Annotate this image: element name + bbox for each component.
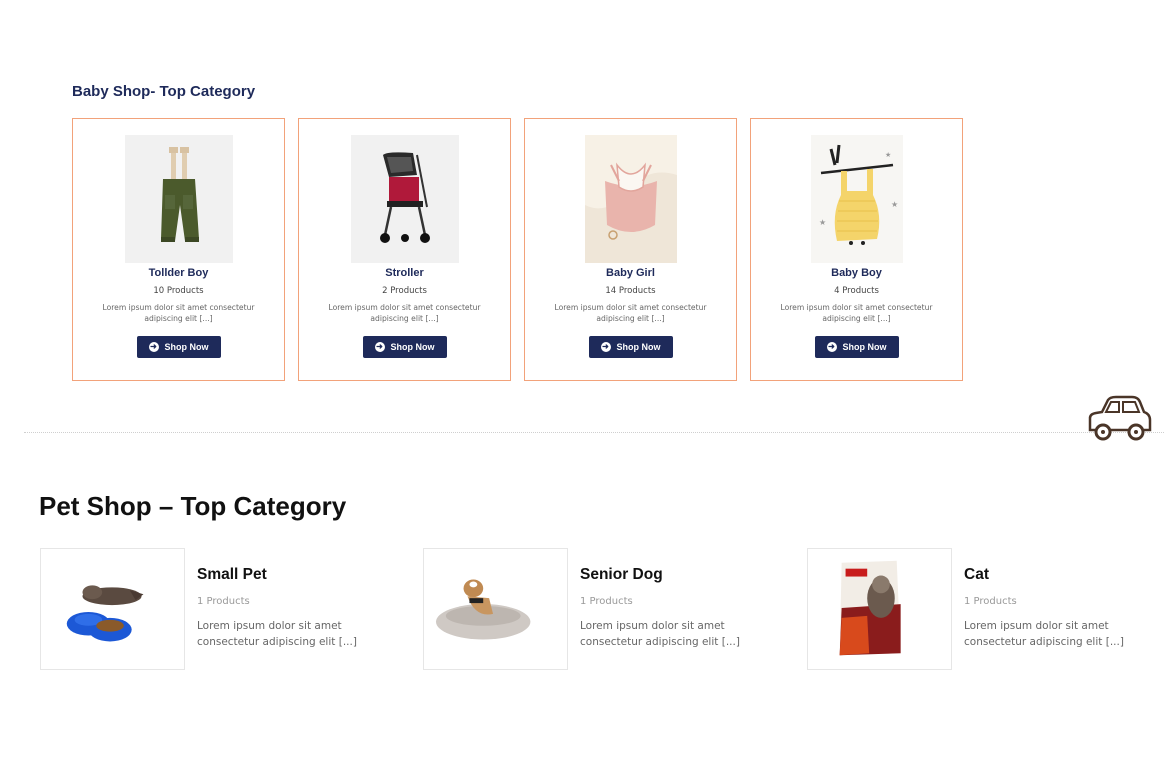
category-description: Lorem ipsum dolor sit amet consectetur a… — [554, 303, 707, 323]
svg-text:★: ★ — [819, 218, 826, 227]
senior-dog-image[interactable] — [423, 548, 568, 670]
arrow-circle-right-icon: ➜ — [374, 342, 385, 352]
pet-category-cat[interactable]: Cat 1 Products Lorem ipsum dolor sit ame… — [807, 548, 1164, 670]
baby-category-card-baby-boy[interactable]: ★ ★ ★ Baby Boy 4 Products Lorem ipsum do… — [750, 118, 963, 381]
arrow-circle-right-icon: ➜ — [148, 342, 159, 352]
baby-category-card-stroller[interactable]: Stroller 2 Products Lorem ipsum dolor si… — [298, 118, 511, 381]
category-name[interactable]: Baby Girl — [525, 267, 736, 279]
stroller-image[interactable] — [350, 135, 459, 263]
pet-category-name[interactable]: Small Pet — [197, 566, 267, 584]
category-name[interactable]: Baby Boy — [751, 267, 962, 279]
category-description: Lorem ipsum dolor sit amet consectetur a… — [102, 303, 255, 323]
pet-shop-title: Pet Shop – Top Category — [39, 491, 347, 521]
baby-girl-image[interactable] — [584, 135, 677, 263]
category-name[interactable]: Tollder Boy — [73, 267, 284, 279]
shop-now-label: Shop Now — [164, 342, 209, 352]
pet-category-name[interactable]: Cat — [964, 566, 989, 584]
pet-category-description: Lorem ipsum dolor sit amet consectetur a… — [197, 620, 357, 648]
small-pet-image[interactable] — [40, 548, 185, 670]
baby-category-card-toddler-boy[interactable]: Tollder Boy 10 Products Lorem ipsum dolo… — [72, 118, 285, 381]
cat-image[interactable] — [807, 548, 952, 670]
category-name[interactable]: Stroller — [299, 267, 510, 279]
arrow-circle-right-icon: ➜ — [600, 342, 611, 352]
pet-category-name[interactable]: Senior Dog — [580, 566, 663, 584]
pet-product-count: 1 Products — [197, 596, 250, 607]
product-count: 14 Products — [605, 286, 656, 296]
shop-now-button[interactable]: ➜ Shop Now — [362, 336, 447, 358]
arrow-circle-right-icon: ➜ — [826, 342, 837, 352]
pet-product-count: 1 Products — [580, 596, 633, 607]
svg-text:★: ★ — [885, 151, 891, 159]
product-count: 4 Products — [834, 286, 879, 296]
category-description: Lorem ipsum dolor sit amet consectetur a… — [328, 303, 481, 323]
shop-now-label: Shop Now — [842, 342, 887, 352]
shop-now-button[interactable]: ➜ Shop Now — [136, 336, 221, 358]
pet-product-count: 1 Products — [964, 596, 1017, 607]
svg-text:★: ★ — [891, 200, 898, 209]
car-icon — [1086, 392, 1152, 444]
shop-now-label: Shop Now — [390, 342, 435, 352]
category-description: Lorem ipsum dolor sit amet consectetur a… — [780, 303, 933, 323]
toddler-boy-image[interactable] — [124, 135, 233, 263]
shop-now-button[interactable]: ➜ Shop Now — [588, 336, 673, 358]
shop-now-button[interactable]: ➜ Shop Now — [814, 336, 899, 358]
pet-category-description: Lorem ipsum dolor sit amet consectetur a… — [964, 620, 1124, 648]
pet-category-description: Lorem ipsum dolor sit amet consectetur a… — [580, 620, 740, 648]
pet-category-small-pet[interactable]: Small Pet 1 Products Lorem ipsum dolor s… — [40, 548, 400, 670]
shop-now-label: Shop Now — [616, 342, 661, 352]
pet-category-senior-dog[interactable]: Senior Dog 1 Products Lorem ipsum dolor … — [423, 548, 783, 670]
baby-shop-title: Baby Shop- Top Category — [72, 83, 256, 100]
baby-category-card-baby-girl[interactable]: Baby Girl 14 Products Lorem ipsum dolor … — [524, 118, 737, 381]
product-count: 2 Products — [382, 286, 427, 296]
baby-boy-image[interactable]: ★ ★ ★ — [810, 135, 903, 263]
section-divider — [24, 432, 1164, 433]
product-count: 10 Products — [153, 286, 204, 296]
